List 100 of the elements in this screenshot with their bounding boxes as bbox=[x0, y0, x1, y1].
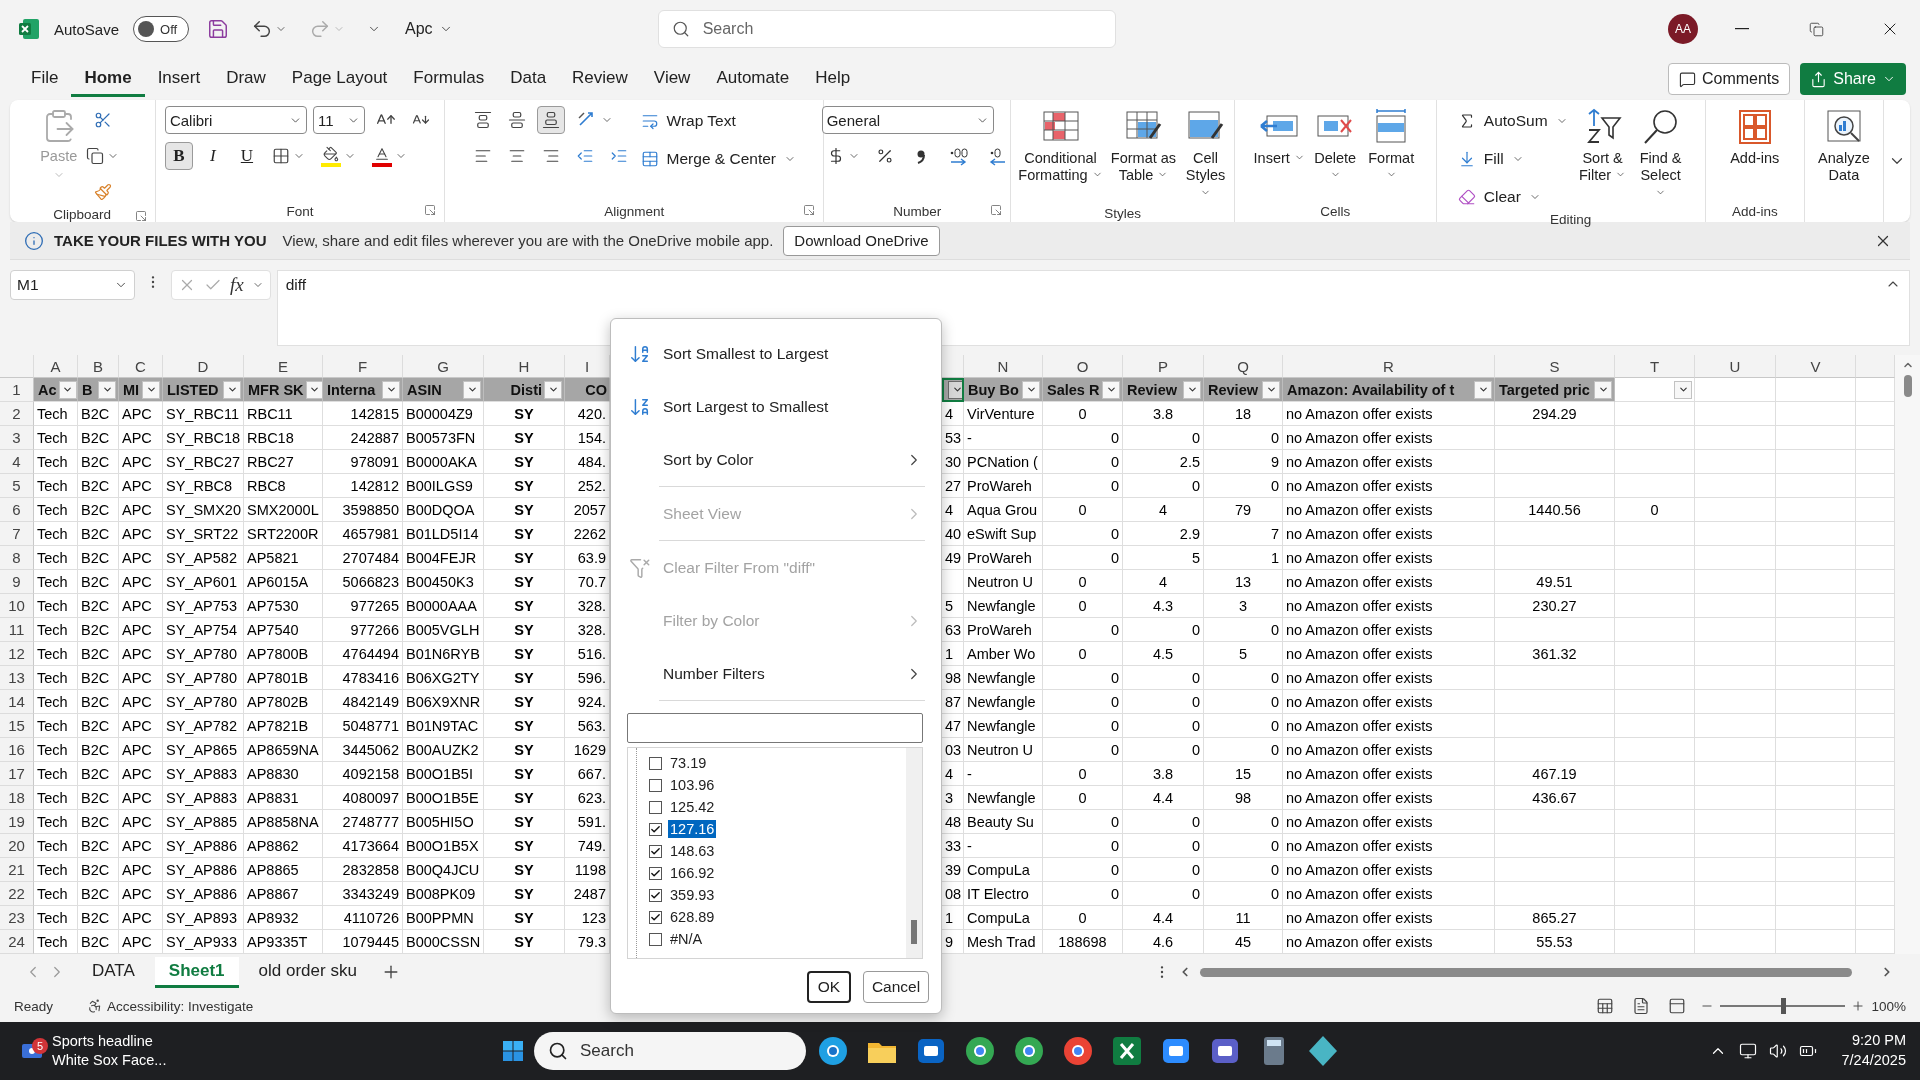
filter-button[interactable] bbox=[1674, 380, 1692, 399]
wrap-text-button[interactable]: Wrap Text bbox=[636, 106, 800, 136]
menu-tab[interactable]: File bbox=[18, 61, 72, 97]
menu-item[interactable]: Number Filters bbox=[623, 647, 933, 700]
ribbon-button[interactable]: Insert bbox=[1253, 106, 1306, 170]
vertical-align-button[interactable] bbox=[536, 106, 565, 134]
dialog-button[interactable]: Cancel bbox=[863, 971, 929, 1003]
filter-button[interactable] bbox=[544, 380, 562, 399]
row-header[interactable]: 19 bbox=[0, 810, 34, 834]
value-option[interactable]: 359.93 bbox=[668, 886, 717, 904]
value-option[interactable]: 73.19 bbox=[668, 754, 709, 772]
column-header[interactable]: O bbox=[1043, 355, 1123, 378]
column-header[interactable]: G bbox=[403, 355, 484, 378]
row-header[interactable]: 18 bbox=[0, 786, 34, 810]
ribbon-button[interactable]: Clear bbox=[1453, 182, 1572, 212]
ribbon-button[interactable]: Sort & Filter bbox=[1575, 106, 1630, 187]
row-header[interactable]: 1 bbox=[0, 378, 34, 402]
menu-tab[interactable]: Page Layout bbox=[278, 61, 401, 97]
clock-date[interactable]: 7/24/2025 bbox=[1841, 1051, 1906, 1071]
value-option[interactable]: 628.89 bbox=[668, 908, 717, 926]
checkbox[interactable] bbox=[649, 800, 662, 814]
ribbon-button[interactable]: AutoSum bbox=[1453, 106, 1572, 136]
browser-icon[interactable] bbox=[1012, 1034, 1046, 1068]
checkbox[interactable] bbox=[649, 888, 662, 902]
browser-icon[interactable] bbox=[816, 1034, 850, 1068]
share-button[interactable]: Share bbox=[1800, 63, 1906, 95]
ribbon-button[interactable]: Fill bbox=[1453, 144, 1572, 174]
filter-button[interactable] bbox=[463, 380, 481, 399]
download-button[interactable]: Download OneDrive bbox=[783, 225, 940, 256]
autosave-toggle[interactable]: Off bbox=[133, 16, 190, 42]
value-option[interactable]: #N/A bbox=[668, 930, 705, 948]
merge-center-button[interactable]: Merge & Center bbox=[636, 144, 800, 174]
ribbon-button[interactable]: Delete bbox=[1309, 106, 1362, 187]
row-header[interactable]: 7 bbox=[0, 522, 34, 546]
column-header[interactable]: D bbox=[163, 355, 244, 378]
zoom-thumb[interactable] bbox=[1780, 998, 1786, 1014]
column-header[interactable]: C bbox=[119, 355, 163, 378]
number-format-select[interactable]: General bbox=[821, 106, 994, 134]
ribbon-button[interactable]: Cell Styles bbox=[1183, 106, 1228, 205]
checkbox[interactable] bbox=[649, 844, 662, 858]
filter-button[interactable] bbox=[223, 380, 241, 399]
menu-tab[interactable]: Home bbox=[71, 61, 145, 97]
zoom-level[interactable]: 100% bbox=[1871, 998, 1906, 1014]
column-header[interactable]: V bbox=[1776, 355, 1856, 378]
filter-button[interactable] bbox=[142, 380, 160, 399]
scroll-thumb[interactable] bbox=[911, 920, 917, 944]
row-header[interactable]: 13 bbox=[0, 666, 34, 690]
row-header[interactable]: 24 bbox=[0, 930, 34, 954]
checkbox[interactable] bbox=[649, 932, 662, 946]
sheet-tab[interactable]: old order sku bbox=[244, 956, 371, 988]
widget-title[interactable]: Sports headline bbox=[52, 1032, 167, 1051]
insert-function-button[interactable]: fx bbox=[230, 274, 244, 296]
column-header[interactable]: E bbox=[244, 355, 323, 378]
font-style-button[interactable]: I bbox=[198, 142, 227, 170]
dialog-button[interactable]: OK bbox=[807, 971, 851, 1003]
font-style-button[interactable]: U bbox=[232, 142, 261, 170]
menu-tab[interactable]: Insert bbox=[144, 61, 214, 97]
file-name-button[interactable]: Apc bbox=[399, 16, 459, 42]
row-header[interactable]: 3 bbox=[0, 426, 34, 450]
menu-tab[interactable]: Review bbox=[559, 61, 641, 97]
menu-tab[interactable]: Draw bbox=[213, 61, 279, 97]
search-field[interactable] bbox=[627, 713, 923, 743]
row-header[interactable]: 5 bbox=[0, 474, 34, 498]
clock-time[interactable]: 9:20 PM bbox=[1852, 1031, 1906, 1051]
comments-button[interactable]: Comments bbox=[1667, 63, 1791, 95]
column-header[interactable]: N bbox=[964, 355, 1043, 378]
browser-icon[interactable] bbox=[963, 1034, 997, 1068]
column-header[interactable]: H bbox=[484, 355, 565, 378]
filter-button[interactable] bbox=[1594, 380, 1612, 399]
font-select[interactable]: Calibri bbox=[164, 106, 307, 134]
column-header[interactable]: B bbox=[78, 355, 119, 378]
row-header[interactable]: 4 bbox=[0, 450, 34, 474]
row-header[interactable]: 20 bbox=[0, 834, 34, 858]
row-header[interactable]: 8 bbox=[0, 546, 34, 570]
filter-button[interactable] bbox=[58, 380, 77, 399]
filter-button[interactable] bbox=[1022, 380, 1040, 399]
menu-tab[interactable]: Data bbox=[497, 61, 560, 97]
checkbox[interactable] bbox=[649, 910, 662, 924]
row-header[interactable]: 9 bbox=[0, 570, 34, 594]
name-box[interactable]: M1 bbox=[10, 270, 135, 300]
column-header[interactable]: F bbox=[323, 355, 403, 378]
value-option[interactable]: 127.16 bbox=[668, 820, 717, 838]
filter-button[interactable] bbox=[1474, 380, 1492, 399]
ribbon-button[interactable]: Format as Table bbox=[1107, 106, 1180, 187]
spreadsheet-icon[interactable] bbox=[1110, 1034, 1144, 1068]
row-header[interactable]: 11 bbox=[0, 618, 34, 642]
avatar[interactable]: AA bbox=[1668, 14, 1698, 44]
filter-button[interactable] bbox=[305, 380, 322, 399]
row-header[interactable]: 2 bbox=[0, 402, 34, 426]
filter-button[interactable] bbox=[948, 380, 963, 399]
ribbon-button[interactable]: Format bbox=[1365, 106, 1418, 187]
checkbox[interactable] bbox=[649, 822, 662, 836]
value-option[interactable]: 103.96 bbox=[668, 776, 717, 794]
sheet-tab[interactable]: DATA bbox=[78, 956, 149, 988]
ribbon-button[interactable]: Add-ins bbox=[1719, 106, 1790, 170]
value-option[interactable]: 125.42 bbox=[668, 798, 717, 816]
column-header[interactable]: T bbox=[1615, 355, 1695, 378]
diamond-icon[interactable] bbox=[1306, 1034, 1340, 1068]
column-header[interactable]: A bbox=[34, 355, 78, 378]
filter-button[interactable] bbox=[1102, 380, 1120, 399]
